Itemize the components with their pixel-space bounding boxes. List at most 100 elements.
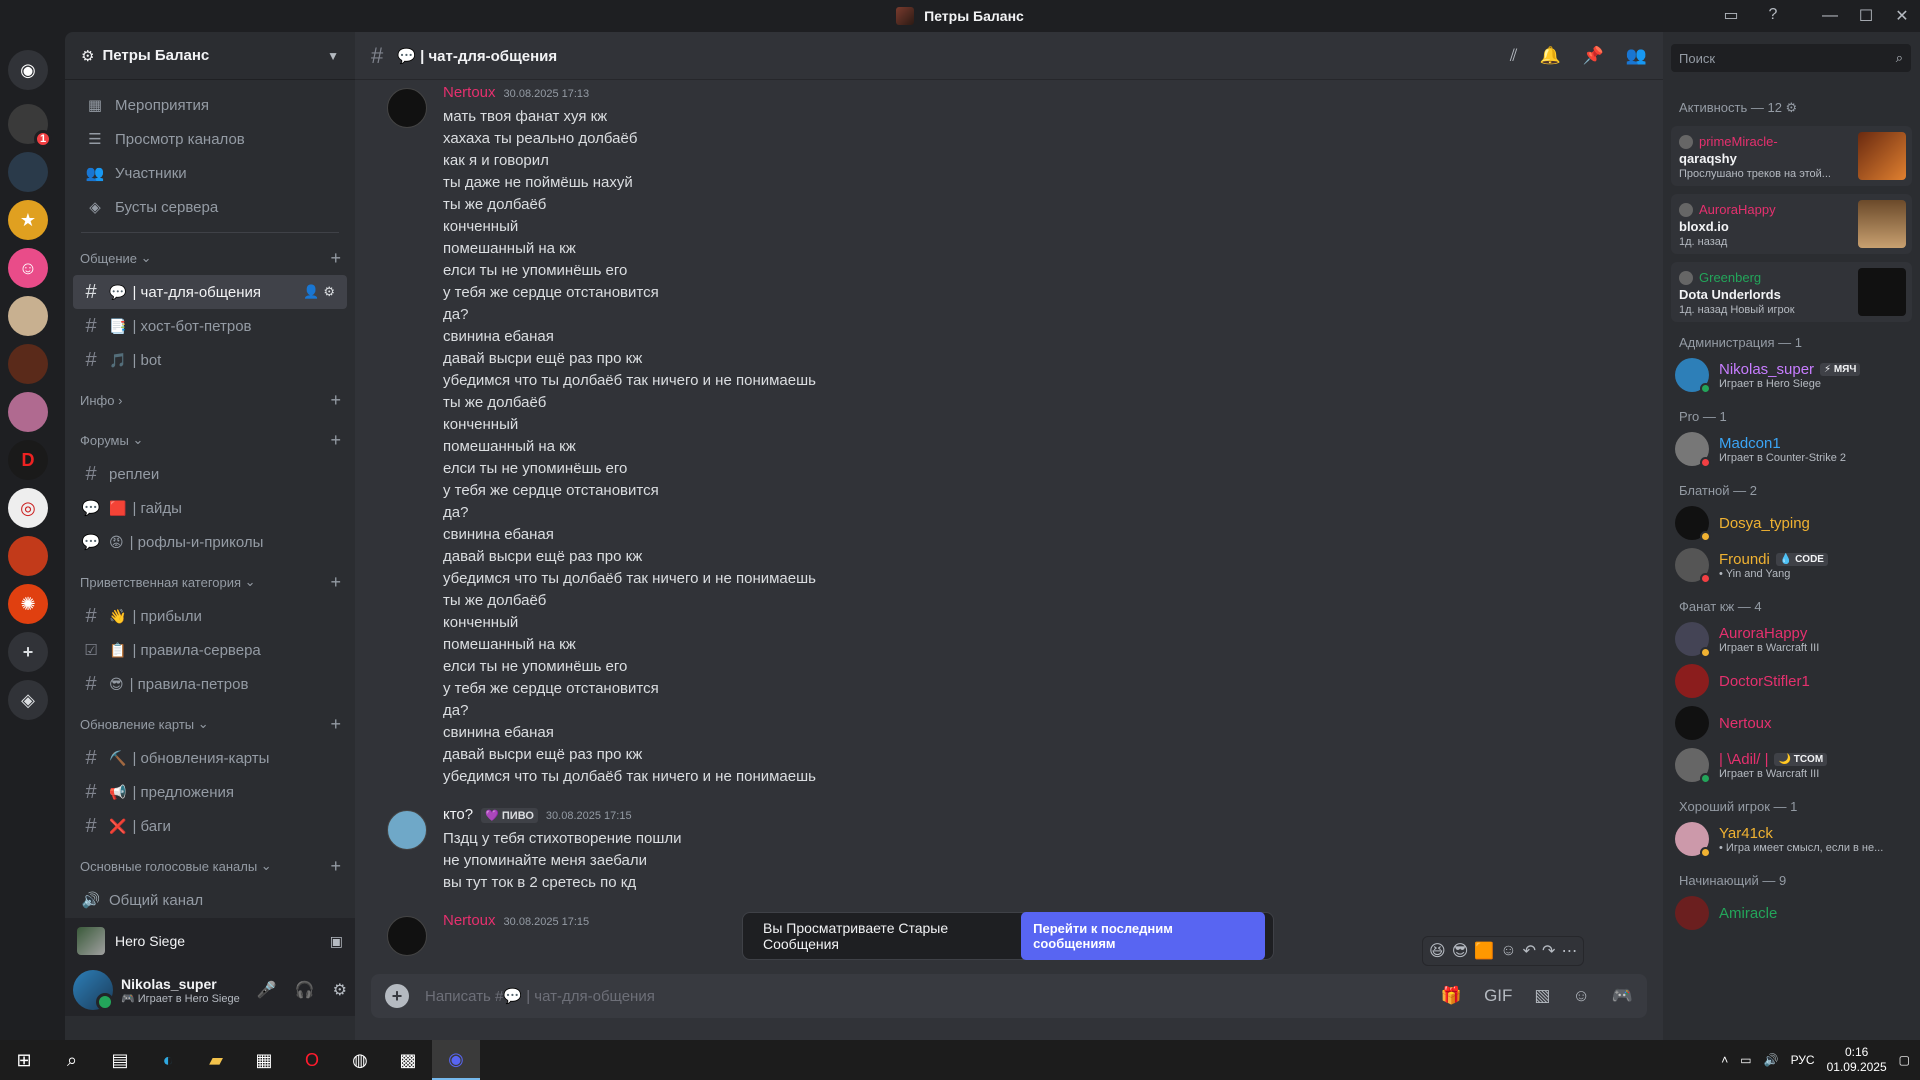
- help-icon[interactable]: ?: [1762, 4, 1784, 26]
- message-composer[interactable]: + Написать #💬 | чат-для-общения 🎁 GIF ▧ …: [371, 974, 1647, 1018]
- sidebar-item-members[interactable]: 👥 Участники: [73, 156, 347, 190]
- activity-card[interactable]: primeMiracle-qaraqshy Прослушано треков н…: [1671, 126, 1912, 186]
- start-button[interactable]: ⊞: [0, 1040, 48, 1080]
- member-item[interactable]: | \Adil/ | 🌙 TCOM Играет в Warcraft III: [1663, 744, 1920, 786]
- bell-icon[interactable]: 🔔: [1539, 46, 1560, 66]
- avatar[interactable]: [387, 810, 427, 850]
- more-icon[interactable]: ⋯: [1561, 941, 1577, 961]
- member-item[interactable]: Dosya_typing: [1663, 502, 1920, 544]
- channel-item[interactable]: # ❌ | баги: [73, 809, 347, 843]
- reply-icon[interactable]: ↶: [1523, 941, 1536, 961]
- server-item[interactable]: [8, 536, 48, 576]
- plus-icon[interactable]: +: [385, 984, 409, 1008]
- jump-to-present-button[interactable]: Перейти к последним сообщениям: [1021, 912, 1265, 960]
- headphones-icon[interactable]: 🎧: [295, 980, 315, 1000]
- channel-item[interactable]: # ⛏️ | обновления-карты: [73, 741, 347, 775]
- discover-button[interactable]: ◈: [8, 680, 48, 720]
- member-item[interactable]: Madcon1 Играет в Counter-Strike 2: [1663, 428, 1920, 470]
- voice-channel-item[interactable]: 🔊 Общий канал: [73, 883, 347, 917]
- steam-app[interactable]: ◍: [336, 1040, 384, 1080]
- avatar[interactable]: [387, 916, 427, 956]
- forum-item[interactable]: 💬 🟥 | гайды: [73, 491, 347, 525]
- server-item[interactable]: [8, 344, 48, 384]
- opera-app[interactable]: O: [288, 1040, 336, 1080]
- sidebar-item-events[interactable]: ▦ Мероприятия: [73, 88, 347, 122]
- search-button[interactable]: ⌕: [48, 1040, 96, 1080]
- sticker-icon[interactable]: ▧: [1534, 986, 1550, 1006]
- game-app[interactable]: ▩: [384, 1040, 432, 1080]
- channel-item[interactable]: ☑ 📋 | правила-сервера: [73, 633, 347, 667]
- gear-icon[interactable]: ⚙: [323, 284, 339, 299]
- server-item[interactable]: [8, 296, 48, 336]
- reaction-icon[interactable]: 🟧: [1474, 941, 1494, 961]
- explorer-app[interactable]: ▰: [192, 1040, 240, 1080]
- chevron-up-icon[interactable]: ˄: [1721, 1053, 1728, 1067]
- discord-app[interactable]: ◉: [432, 1040, 480, 1080]
- channel-item[interactable]: # реплеи: [73, 457, 347, 491]
- stream-icon[interactable]: ▣: [330, 933, 343, 950]
- close-button[interactable]: ✕: [1884, 6, 1920, 26]
- channel-item[interactable]: # 💬 | чат-для-общения 👤⚙: [73, 275, 347, 309]
- volume-icon[interactable]: 🔊: [1764, 1053, 1779, 1067]
- category-header[interactable]: Основные голосовые каналы ⌄ +: [65, 849, 355, 883]
- member-item[interactable]: Amiracle: [1663, 892, 1920, 934]
- sidebar-item-boosts[interactable]: ◈ Бусты сервера: [73, 190, 347, 224]
- member-item[interactable]: DoctorStifler1: [1663, 660, 1920, 702]
- plus-icon[interactable]: +: [330, 856, 341, 877]
- activities-icon[interactable]: 🎮: [1612, 986, 1633, 1006]
- reaction-icon[interactable]: 😆: [1429, 941, 1446, 961]
- category-header[interactable]: Инфо › +: [65, 383, 355, 417]
- threads-icon[interactable]: ⫽: [1510, 46, 1518, 66]
- sidebar-item-browse[interactable]: ☰ Просмотр каналов: [73, 122, 347, 156]
- activity-card[interactable]: AuroraHappy bloxd.io 1д. назад: [1671, 194, 1912, 254]
- edge-app[interactable]: ◐: [144, 1040, 192, 1080]
- author-name[interactable]: Nertoux: [443, 912, 496, 929]
- clock[interactable]: 0:16 01.09.2025: [1827, 1045, 1887, 1075]
- members-list-icon[interactable]: 👥: [1626, 46, 1647, 66]
- plus-icon[interactable]: +: [330, 248, 341, 269]
- category-header[interactable]: Обновление карты ⌄ +: [65, 707, 355, 741]
- reaction-icon[interactable]: 😎: [1452, 941, 1469, 961]
- pin-icon[interactable]: 📌: [1583, 46, 1604, 66]
- channel-item[interactable]: # 😎 | правила-петров: [73, 667, 347, 701]
- author-name[interactable]: Nertoux: [443, 84, 496, 101]
- activity-panel[interactable]: Hero Siege ▣: [65, 918, 355, 964]
- plus-icon[interactable]: +: [330, 714, 341, 735]
- store-app[interactable]: ▦: [240, 1040, 288, 1080]
- server-item[interactable]: [8, 152, 48, 192]
- add-reaction-icon[interactable]: ☺: [1500, 942, 1516, 960]
- author-name[interactable]: кто?: [443, 806, 473, 823]
- inbox-icon[interactable]: ▭: [1720, 4, 1742, 26]
- member-item[interactable]: Froundi 💧 CODE • Yin and Yang: [1663, 544, 1920, 586]
- microphone-icon[interactable]: 🎤: [257, 980, 277, 1000]
- member-item[interactable]: AuroraHappy Играет в Warcraft III: [1663, 618, 1920, 660]
- server-item[interactable]: [8, 392, 48, 432]
- channel-item[interactable]: # 👋 | прибыли: [73, 599, 347, 633]
- home-button[interactable]: ◉: [8, 50, 48, 90]
- server-item[interactable]: ☺: [8, 248, 48, 288]
- member-item[interactable]: Nikolas_super ⚡ МЯЧ Играет в Hero Siege: [1663, 354, 1920, 396]
- channel-item[interactable]: # 🎵 | bot: [73, 343, 347, 377]
- channel-item[interactable]: # 📢 | предложения: [73, 775, 347, 809]
- search-input[interactable]: Поиск ⌕: [1671, 44, 1911, 72]
- plus-icon[interactable]: +: [330, 430, 341, 451]
- notifications-icon[interactable]: ▢: [1899, 1053, 1910, 1067]
- avatar[interactable]: [73, 970, 114, 1011]
- server-item[interactable]: ★: [8, 200, 48, 240]
- server-item[interactable]: D: [8, 440, 48, 480]
- avatar[interactable]: [387, 88, 427, 128]
- gear-icon[interactable]: ⚙: [333, 980, 347, 1000]
- maximize-button[interactable]: ☐: [1848, 6, 1884, 26]
- add-server-button[interactable]: +: [8, 632, 48, 672]
- category-header[interactable]: Приветственная категория ⌄ +: [65, 565, 355, 599]
- server-item[interactable]: 1: [8, 104, 52, 148]
- network-icon[interactable]: ▭: [1740, 1053, 1751, 1067]
- member-item[interactable]: Yar41ck • Игра имеет смысл, если в не...: [1663, 818, 1920, 860]
- gift-icon[interactable]: 🎁: [1441, 986, 1462, 1006]
- forum-item[interactable]: 💬 😡 | рофлы-и-приколы: [73, 525, 347, 559]
- activity-card[interactable]: Greenberg Dota Underlords 1д. назад Новый …: [1671, 262, 1912, 322]
- channel-item[interactable]: # 📑 | хост-бот-петров: [73, 309, 347, 343]
- composer-placeholder[interactable]: Написать #💬 | чат-для-общения: [425, 987, 655, 1005]
- gif-icon[interactable]: GIF: [1484, 986, 1512, 1006]
- category-header[interactable]: Форумы ⌄ +: [65, 423, 355, 457]
